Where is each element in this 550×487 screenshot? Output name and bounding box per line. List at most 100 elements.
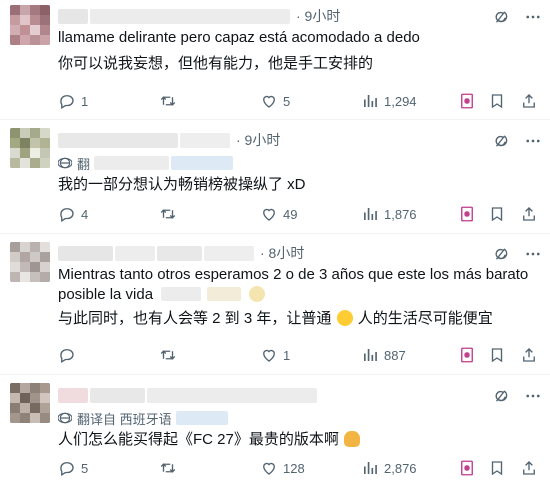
reply-button[interactable]: 1 (58, 91, 88, 111)
grok-button[interactable] (458, 91, 481, 111)
avatar[interactable] (10, 128, 50, 168)
share-button[interactable] (520, 345, 543, 365)
tweet-text: 与此同时，也有人会等 2 到 3 年，让普通 (58, 310, 332, 327)
bookmark-button[interactable] (488, 345, 511, 365)
grok-icon[interactable] (492, 245, 510, 263)
tweet-header: · 9小时 (58, 6, 340, 26)
tweet-text-continued: posible la vida (58, 285, 266, 305)
retweet-icon (160, 463, 176, 473)
reply-icon (60, 95, 74, 109)
tweet[interactable]: · 9小时 翻 我的一部分想认为畅销榜被操纵了 xD 4 49 1,876 (0, 121, 550, 234)
reply-icon (60, 208, 74, 222)
avatar[interactable] (10, 383, 50, 423)
retweet-icon (160, 209, 176, 219)
redacted (161, 287, 202, 301)
author-handle-redacted (147, 387, 317, 403)
tweet-time[interactable]: · 8小时 (260, 243, 304, 263)
grok-button[interactable] (458, 458, 481, 478)
bookmark-icon (491, 207, 503, 222)
share-icon (523, 94, 535, 108)
view-count: 1,294 (384, 93, 417, 109)
like-count: 5 (283, 93, 291, 109)
author-name-redacted (58, 8, 88, 24)
views-button[interactable]: 1,876 (361, 204, 417, 224)
share-button[interactable] (520, 91, 543, 111)
translation-note[interactable]: 翻译自 西班牙语 (58, 409, 230, 427)
grok-icon (461, 93, 473, 109)
tweet-header: · 8小时 (58, 243, 304, 263)
like-button[interactable]: 128 (260, 458, 305, 478)
grok-icon (461, 347, 473, 363)
redacted (94, 156, 170, 170)
author-name-redacted (90, 387, 145, 403)
bookmark-icon (491, 94, 503, 109)
reply-icon (60, 349, 74, 363)
bookmark-button[interactable] (488, 91, 511, 111)
share-button[interactable] (520, 458, 543, 478)
reply-count: 1 (81, 93, 89, 109)
views-icon (364, 95, 377, 107)
reply-button[interactable]: 5 (58, 458, 88, 478)
tweet[interactable]: · 8小时 Mientras tanto otros esperamos 2 o… (0, 235, 550, 375)
grok-button[interactable] (458, 345, 481, 365)
tweet-time[interactable]: · 9小时 (296, 6, 340, 26)
retweet-icon (160, 96, 176, 106)
tweet-header (58, 385, 323, 405)
retweet-button[interactable] (158, 91, 183, 111)
like-button[interactable]: 5 (260, 91, 290, 111)
grok-icon (461, 460, 473, 476)
tweet-time[interactable]: · 9小时 (236, 130, 280, 150)
more-icon[interactable] (524, 8, 542, 26)
share-button[interactable] (520, 204, 543, 224)
views-icon (364, 349, 377, 361)
tweet-text: posible la vida (58, 286, 154, 303)
retweet-button[interactable] (158, 345, 183, 365)
avatar[interactable] (10, 5, 50, 45)
author-handle-redacted (157, 245, 202, 261)
view-count: 1,876 (384, 206, 417, 222)
bookmark-button[interactable] (488, 204, 511, 224)
views-button[interactable]: 1,294 (361, 91, 417, 111)
redacted (207, 287, 242, 301)
grok-icon[interactable] (492, 132, 510, 150)
views-icon (364, 208, 377, 220)
like-button[interactable]: 1 (260, 345, 290, 365)
like-icon (263, 462, 275, 475)
tweet-text: 你可以说我妄想，但他有能力，他是手工安排的 (58, 55, 374, 72)
more-icon[interactable] (524, 132, 542, 150)
retweet-button[interactable] (158, 458, 183, 478)
reply-icon (60, 462, 74, 476)
reply-button[interactable] (58, 345, 81, 365)
grok-icon[interactable] (492, 387, 510, 405)
redacted (171, 156, 234, 170)
share-icon (523, 207, 535, 221)
reply-button[interactable]: 4 (58, 204, 88, 224)
like-icon (263, 208, 275, 221)
grok-icon[interactable] (492, 8, 510, 26)
views-button[interactable]: 887 (361, 345, 406, 365)
translation-label: 翻 (77, 156, 91, 172)
reply-count: 5 (81, 460, 89, 476)
like-count: 1 (283, 347, 291, 363)
more-icon[interactable] (524, 245, 542, 263)
author-handle-redacted (180, 132, 230, 148)
views-icon (364, 462, 377, 474)
tweet[interactable]: 翻译自 西班牙语 人们怎么能买得起《FC 27》最贵的版本啊 5 128 2,8… (0, 376, 550, 487)
tweet-text: 我的一部分想认为畅销榜被操纵了 xD (58, 176, 306, 193)
tweet-text: llamame delirante pero capaz está acomod… (58, 29, 420, 46)
author-handle-redacted (90, 8, 290, 24)
tweet[interactable]: · 9小时 llamame delirante pero capaz está … (0, 0, 550, 120)
tweet-text: 人的生活尽可能便宜 (357, 310, 493, 327)
avatar[interactable] (10, 242, 50, 282)
grok-button[interactable] (458, 204, 481, 224)
retweet-button[interactable] (158, 204, 183, 224)
like-button[interactable]: 49 (260, 204, 297, 224)
bookmark-button[interactable] (488, 458, 511, 478)
views-button[interactable]: 2,876 (361, 458, 417, 478)
tweet-actions: 4 49 1,876 (58, 204, 548, 224)
reply-count: 4 (81, 206, 89, 222)
author-name-redacted (58, 132, 178, 148)
more-icon[interactable] (524, 387, 542, 405)
author-handle-redacted (204, 245, 254, 261)
translation-note[interactable]: 翻 (58, 154, 235, 172)
